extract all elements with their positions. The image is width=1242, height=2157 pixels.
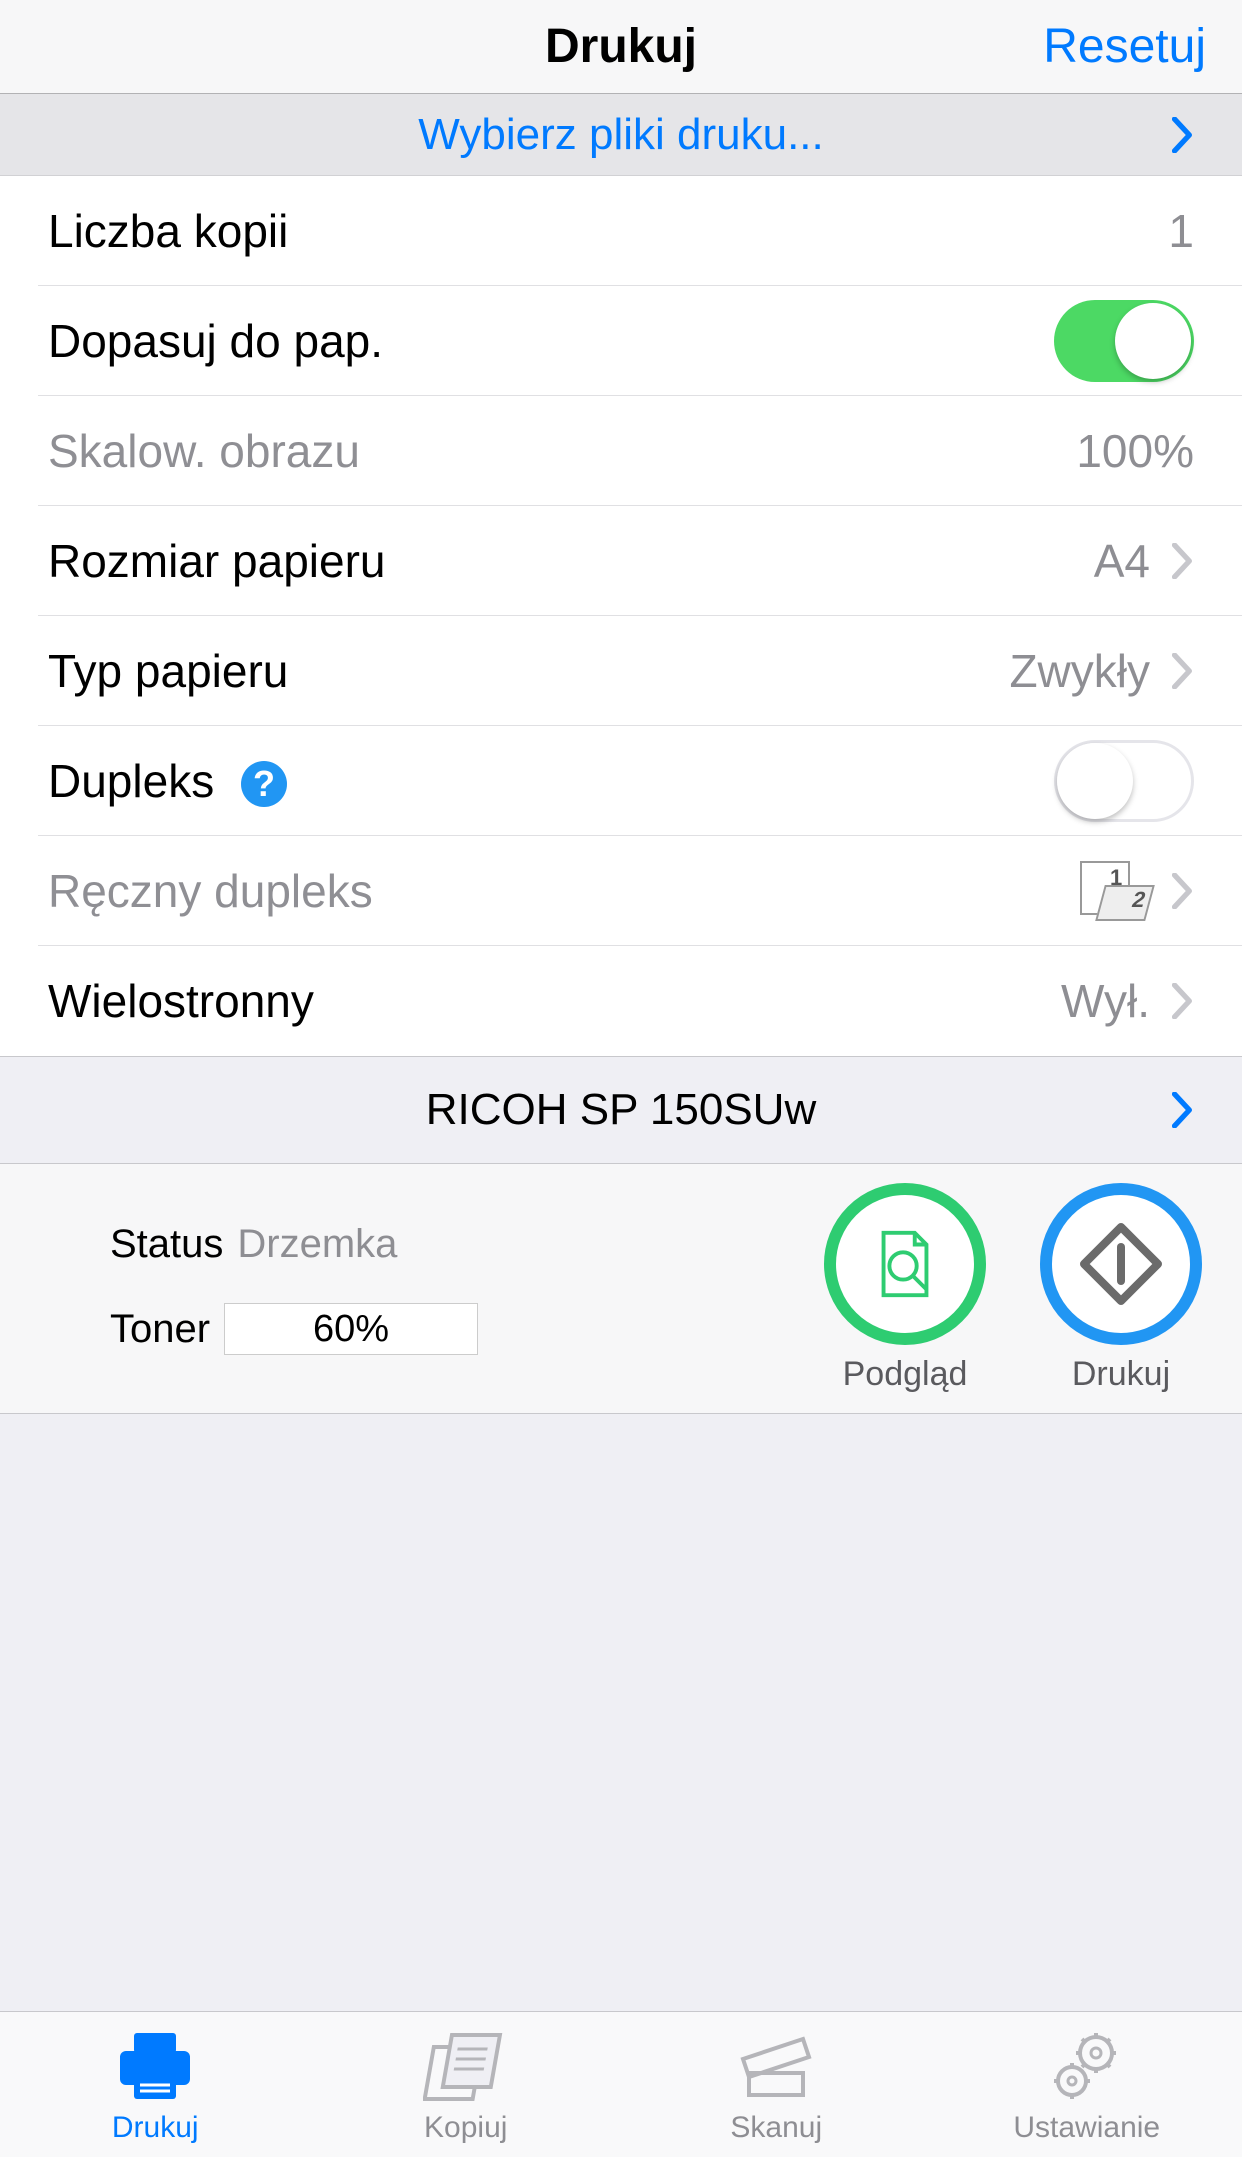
toner-bar: 60%	[224, 1303, 478, 1355]
duplex-row: Dupleks ?	[38, 726, 1242, 836]
preview-button[interactable]: Podgląd	[824, 1183, 986, 1394]
select-files-row[interactable]: Wybierz pliki druku...	[0, 94, 1242, 176]
chevron-right-icon	[1172, 983, 1194, 1019]
select-files-label: Wybierz pliki druku...	[418, 110, 824, 160]
header: Drukuj Resetuj	[0, 0, 1242, 94]
preview-label: Podgląd	[843, 1355, 968, 1394]
scan-icon	[733, 2025, 819, 2107]
copy-icon	[423, 2025, 509, 2107]
tab-scan[interactable]: Skanuj	[621, 2012, 932, 2157]
duplex-toggle[interactable]	[1054, 740, 1194, 822]
multipage-value: Wył.	[1061, 974, 1150, 1028]
preview-icon	[824, 1183, 986, 1345]
image-scale-label: Skalow. obrazu	[48, 424, 1076, 478]
print-icon	[1040, 1183, 1202, 1345]
reset-button[interactable]: Resetuj	[1043, 19, 1206, 74]
fit-to-paper-label: Dopasuj do pap.	[48, 314, 1054, 368]
page-title: Drukuj	[545, 19, 697, 74]
copies-label: Liczba kopii	[48, 204, 1168, 258]
printer-row[interactable]: RICOH SP 150SUw	[0, 1056, 1242, 1164]
paper-size-value: A4	[1094, 534, 1150, 588]
settings-list: Liczba kopii 1 Dopasuj do pap. Skalow. o…	[0, 176, 1242, 1056]
fit-to-paper-row: Dopasuj do pap.	[38, 286, 1242, 396]
manual-duplex-icon: 1 2	[1072, 861, 1150, 921]
chevron-right-icon	[1172, 873, 1194, 909]
tab-copy[interactable]: Kopiuj	[311, 2012, 622, 2157]
copies-value: 1	[1168, 204, 1194, 258]
tab-bar: Drukuj Kopiuj Skanuj	[0, 2011, 1242, 2157]
status-value: Drzemka	[237, 1222, 397, 1267]
status-label: Status	[110, 1222, 223, 1267]
paper-type-label: Typ papieru	[48, 644, 1009, 698]
image-scale-row: Skalow. obrazu 100%	[38, 396, 1242, 506]
copies-row[interactable]: Liczba kopii 1	[38, 176, 1242, 286]
tab-settings[interactable]: Ustawianie	[932, 2012, 1242, 2157]
print-button[interactable]: Drukuj	[1040, 1183, 1202, 1394]
chevron-right-icon	[1172, 1092, 1194, 1128]
manual-duplex-label: Ręczny dupleks	[48, 864, 1072, 918]
printer-icon	[112, 2025, 198, 2107]
paper-size-row[interactable]: Rozmiar papieru A4	[38, 506, 1242, 616]
printer-name: RICOH SP 150SUw	[426, 1085, 816, 1135]
multipage-label: Wielostronny	[48, 974, 1061, 1028]
toner-label: Toner	[110, 1307, 210, 1352]
toner-percent: 60%	[225, 1304, 477, 1354]
help-icon[interactable]: ?	[241, 761, 287, 807]
duplex-label: Dupleks ?	[48, 754, 1054, 808]
image-scale-value: 100%	[1076, 424, 1194, 478]
paper-type-value: Zwykły	[1009, 644, 1150, 698]
paper-type-row[interactable]: Typ papieru Zwykły	[38, 616, 1242, 726]
manual-duplex-row[interactable]: Ręczny dupleks 1 2	[38, 836, 1242, 946]
chevron-right-icon	[1172, 543, 1194, 579]
tab-settings-label: Ustawianie	[1013, 2111, 1160, 2145]
fit-to-paper-toggle[interactable]	[1054, 300, 1194, 382]
chevron-right-icon	[1172, 653, 1194, 689]
status-section: Status Drzemka Toner 60% Podgląd	[0, 1164, 1242, 1414]
print-label: Drukuj	[1072, 1355, 1170, 1394]
gear-icon	[1044, 2025, 1130, 2107]
multipage-row[interactable]: Wielostronny Wył.	[38, 946, 1242, 1056]
tab-print[interactable]: Drukuj	[0, 2012, 311, 2157]
paper-size-label: Rozmiar papieru	[48, 534, 1094, 588]
tab-print-label: Drukuj	[112, 2111, 199, 2145]
chevron-right-icon	[1172, 117, 1194, 153]
tab-copy-label: Kopiuj	[424, 2111, 507, 2145]
tab-scan-label: Skanuj	[730, 2111, 822, 2145]
